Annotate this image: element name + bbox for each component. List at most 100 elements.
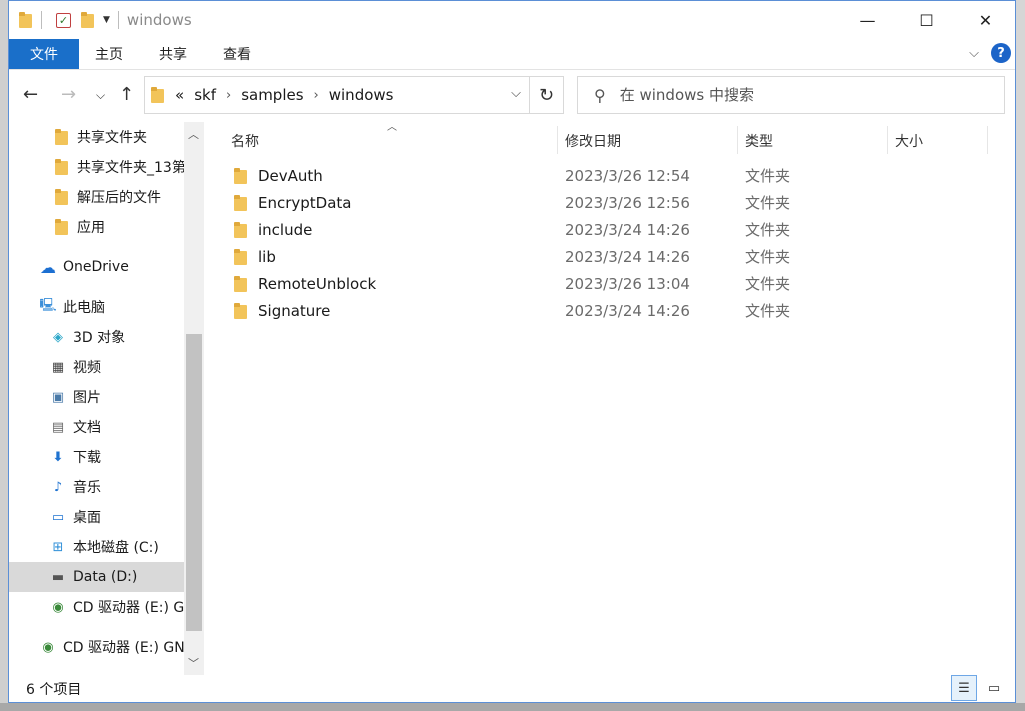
desktop-background-right: [1016, 0, 1025, 711]
window-controls: — ☐ ✕: [838, 1, 1015, 39]
forward-arrow-icon[interactable]: →: [61, 84, 76, 105]
3d-objects-icon: ◈: [53, 329, 63, 345]
toolbar-divider: [41, 11, 42, 29]
nav-item-label: 解压后的文件: [77, 190, 161, 206]
breadcrumb-overflow[interactable]: «: [175, 86, 184, 104]
breadcrumb-samples[interactable]: samples: [241, 86, 303, 104]
close-button[interactable]: ✕: [956, 1, 1015, 39]
tab-home[interactable]: 主页: [79, 39, 141, 69]
tab-file[interactable]: 文件: [9, 39, 79, 69]
title-bar: ✓ ▼ windows — ☐ ✕: [9, 1, 1015, 39]
large-icons-view-icon[interactable]: ▭: [981, 675, 1007, 701]
file-name: DevAuth: [258, 166, 323, 185]
file-row[interactable]: RemoteUnblock 2023/3/26 13:04 文件夹: [234, 270, 994, 297]
shared-folder-icon: [53, 159, 71, 175]
column-divider[interactable]: [987, 126, 988, 154]
minimize-button[interactable]: —: [838, 1, 897, 39]
chevron-right-icon[interactable]: ›: [314, 88, 319, 103]
quick-access-toolbar: ✓ ▼: [19, 11, 127, 29]
address-dropdown-icon[interactable]: ⌵: [511, 86, 521, 101]
nav-item-shared-folder[interactable]: 共享文件夹: [9, 122, 184, 152]
file-row[interactable]: Signature 2023/3/24 14:26 文件夹: [234, 297, 994, 324]
music-icon: ♪: [53, 479, 63, 495]
tab-view[interactable]: 查看: [205, 39, 269, 69]
details-view-icon[interactable]: ☰: [951, 675, 977, 701]
file-type: 文件夹: [745, 302, 791, 320]
nav-item-label: CD 驱动器 (E:) GN: [63, 640, 184, 656]
nav-item-downloads[interactable]: ⬇ 下载: [9, 442, 184, 472]
expand-ribbon-chevron-icon[interactable]: ⌵: [969, 46, 979, 61]
file-date: 2023/3/24 14:26: [565, 301, 690, 320]
nav-item-local-disk-c[interactable]: ⊞ 本地磁盘 (C:): [9, 532, 184, 562]
search-icon: ⚲: [594, 85, 606, 105]
tab-share[interactable]: 共享: [141, 39, 205, 69]
breadcrumb-skf[interactable]: skf: [194, 86, 216, 104]
nav-item-label: 图片: [73, 390, 101, 406]
file-name: EncryptData: [258, 193, 352, 212]
scroll-up-icon[interactable]: ︿: [188, 126, 199, 142]
column-header-type[interactable]: 类型: [745, 126, 773, 156]
new-folder-icon[interactable]: [81, 12, 95, 28]
refresh-icon: ↻: [538, 84, 555, 106]
shared-folder-icon: [53, 129, 71, 145]
column-divider[interactable]: [737, 126, 738, 154]
ribbon-tabs: 文件 主页 共享 查看 ⌵ ?: [9, 39, 1015, 69]
properties-checkbox-icon[interactable]: ✓: [56, 12, 71, 28]
maximize-button[interactable]: ☐: [897, 1, 956, 39]
nav-item-shared-folder-13[interactable]: 共享文件夹_13第: [9, 152, 184, 182]
back-arrow-icon[interactable]: ←: [23, 84, 38, 105]
video-icon: ▦: [51, 359, 65, 375]
nav-item-videos[interactable]: ▦ 视频: [9, 352, 184, 382]
nav-item-cd-drive-e-root[interactable]: ◉ CD 驱动器 (E:) GN: [9, 632, 184, 662]
column-divider[interactable]: [557, 126, 558, 154]
chevron-right-icon[interactable]: ›: [226, 88, 231, 103]
file-date: 2023/3/24 14:26: [565, 247, 690, 266]
nav-item-label: Data (D:): [73, 569, 138, 585]
desktop-icon: ▭: [51, 509, 65, 525]
scroll-down-icon[interactable]: ﹀: [188, 655, 199, 671]
nav-item-music[interactable]: ♪ 音乐: [9, 472, 184, 502]
search-input[interactable]: [619, 86, 980, 104]
file-row[interactable]: include 2023/3/24 14:26 文件夹: [234, 216, 994, 243]
nav-item-extracted-files[interactable]: 解压后的文件: [9, 182, 184, 212]
nav-item-apps[interactable]: 应用: [9, 212, 184, 242]
this-pc-icon: 🖳: [39, 298, 57, 313]
cd-drive-icon: ◉: [52, 599, 64, 615]
navigation-bar: ← → ⌵ ↑ « skf › samples › windows ⌵ ↻ ⚲: [9, 70, 1015, 122]
nav-item-label: 下载: [73, 450, 101, 466]
nav-item-pictures[interactable]: ▣ 图片: [9, 382, 184, 412]
download-icon: ⬇: [52, 449, 64, 465]
address-bar[interactable]: « skf › samples › windows ⌵: [144, 76, 530, 114]
file-date: 2023/3/26 12:56: [565, 193, 690, 212]
nav-item-data-d[interactable]: ▬ Data (D:): [9, 562, 184, 592]
nav-item-documents[interactable]: ▤ 文档: [9, 412, 184, 442]
customize-dropdown-icon[interactable]: ▼: [103, 15, 110, 25]
nav-item-onedrive[interactable]: ☁ OneDrive: [9, 252, 184, 282]
folder-icon: [234, 302, 248, 319]
column-header-date[interactable]: 修改日期: [565, 126, 621, 156]
file-row[interactable]: lib 2023/3/24 14:26 文件夹: [234, 243, 994, 270]
window-title: windows: [126, 11, 192, 29]
nav-item-this-pc[interactable]: 🖳 此电脑: [9, 292, 184, 322]
refresh-button[interactable]: ↻: [530, 76, 564, 114]
nav-item-cd-drive-e[interactable]: ◉ CD 驱动器 (E:) G: [9, 592, 184, 622]
column-header-size[interactable]: 大小: [895, 126, 923, 156]
search-box[interactable]: ⚲: [577, 76, 1005, 114]
local-disk-icon: ⊞: [52, 539, 64, 555]
recent-locations-chevron-icon[interactable]: ⌵: [96, 88, 105, 103]
nav-scrollbar[interactable]: ︿ ﹀: [184, 122, 204, 675]
scrollbar-thumb[interactable]: [186, 334, 202, 631]
nav-item-desktop[interactable]: ▭ 桌面: [9, 502, 184, 532]
file-list-pane: ︿ 名称 修改日期 类型 大小 DevAuth 2023/3/26 12:54 …: [204, 122, 1015, 675]
column-header-name[interactable]: 名称: [231, 126, 259, 156]
file-row[interactable]: DevAuth 2023/3/26 12:54 文件夹: [234, 162, 994, 189]
file-row[interactable]: EncryptData 2023/3/26 12:56 文件夹: [234, 189, 994, 216]
up-arrow-icon[interactable]: ↑: [119, 84, 134, 105]
column-divider[interactable]: [887, 126, 888, 154]
desktop-background-bottom: [0, 703, 1025, 711]
breadcrumb-windows[interactable]: windows: [329, 86, 394, 104]
folder-icon: [234, 194, 248, 211]
file-type: 文件夹: [745, 194, 791, 212]
nav-item-3d-objects[interactable]: ◈ 3D 对象: [9, 322, 184, 352]
help-icon[interactable]: ?: [991, 43, 1011, 63]
